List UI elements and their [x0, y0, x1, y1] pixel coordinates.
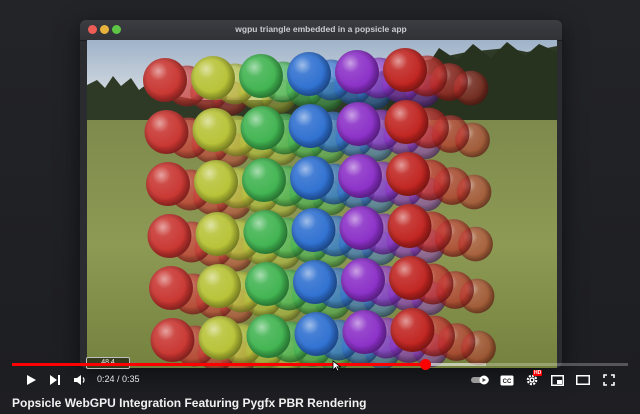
- sphere: [239, 54, 283, 98]
- sphere: [149, 266, 193, 310]
- sphere: [195, 212, 240, 256]
- subtitles-button[interactable]: CC: [498, 368, 516, 392]
- sphere: [243, 210, 288, 254]
- sphere: [143, 58, 187, 102]
- sphere: [290, 156, 334, 200]
- sphere: [146, 162, 190, 206]
- sphere: [335, 50, 379, 94]
- sphere: [197, 264, 241, 308]
- sphere: [339, 206, 384, 250]
- video-title: Popsicle WebGPU Integration Featuring Py…: [12, 396, 367, 410]
- sphere: [288, 104, 333, 148]
- sphere: [383, 48, 427, 92]
- play-button[interactable]: [22, 368, 40, 392]
- window-title: wgpu triangle embedded in a popsicle app: [235, 24, 407, 34]
- window-titlebar[interactable]: wgpu triangle embedded in a popsicle app: [80, 20, 562, 41]
- fullscreen-icon: [603, 374, 615, 386]
- sphere: [291, 208, 336, 252]
- subtitles-icon: CC: [500, 375, 514, 385]
- volume-icon: [73, 375, 85, 385]
- sphere: [387, 204, 432, 248]
- sphere: [293, 260, 337, 304]
- play-icon: [27, 375, 36, 385]
- next-button[interactable]: [46, 368, 64, 392]
- sphere: [386, 152, 430, 196]
- settings-button[interactable]: HD: [523, 368, 543, 392]
- player-controls: 0:24 / 0:35 CC HD: [0, 368, 640, 392]
- sphere: [245, 262, 289, 306]
- theater-icon: [576, 375, 590, 385]
- sphere: [150, 318, 195, 362]
- sphere: [147, 214, 192, 258]
- next-icon: [50, 375, 60, 385]
- sphere: [287, 52, 331, 96]
- sphere: [389, 256, 433, 300]
- time-display: 0:24 / 0:35: [97, 374, 140, 384]
- sphere: [192, 108, 237, 152]
- svg-text:CC: CC: [503, 379, 512, 385]
- sphere: [198, 316, 243, 360]
- pbr-spheres-scene: [87, 40, 557, 368]
- sphere: [384, 100, 429, 144]
- mouse-cursor-icon: [332, 360, 342, 372]
- mute-button[interactable]: [70, 368, 88, 392]
- theater-mode-button[interactable]: [574, 368, 592, 392]
- hd-badge: HD: [533, 370, 543, 376]
- sphere: [336, 102, 381, 146]
- fullscreen-button[interactable]: [600, 368, 618, 392]
- sphere: [240, 106, 285, 150]
- render-viewport[interactable]: [87, 40, 557, 368]
- sphere: [246, 314, 291, 358]
- sphere: [194, 160, 238, 204]
- app-window: wgpu triangle embedded in a popsicle app: [80, 20, 562, 368]
- progress-bar[interactable]: [12, 359, 628, 370]
- sphere: [144, 110, 189, 154]
- autoplay-toggle[interactable]: [469, 368, 491, 392]
- sphere: [342, 310, 387, 354]
- sphere: [341, 258, 385, 302]
- sphere: [191, 56, 235, 100]
- miniplayer-icon: [550, 374, 564, 386]
- sphere: [294, 312, 339, 356]
- sphere: [242, 158, 286, 202]
- sphere: [338, 154, 382, 198]
- autoplay-toggle-icon: [471, 375, 489, 385]
- progress-played: [12, 363, 425, 366]
- miniplayer-button[interactable]: [548, 368, 566, 392]
- sphere: [390, 308, 435, 352]
